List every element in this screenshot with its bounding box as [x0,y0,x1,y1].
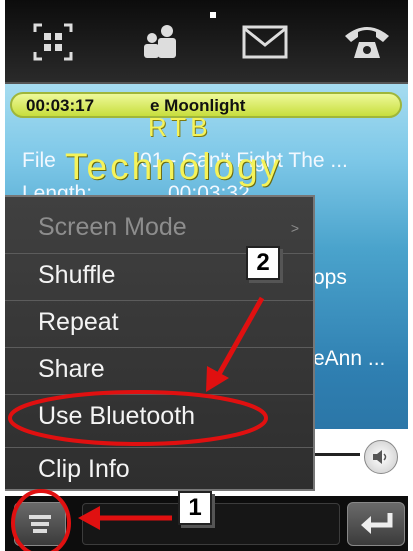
artist-partial: ops [313,266,347,289]
elapsed-time: 00:03:17 [26,96,95,115]
menu-item-label: Shuffle [38,261,116,289]
watermark-line1: RTB [148,112,212,142]
menu-item-screen-mode: Screen Mode > [5,205,313,249]
menu-item-clip-info[interactable]: Clip Info [5,447,313,491]
envelope-icon[interactable] [237,18,293,66]
menu-item-repeat[interactable]: Repeat [5,300,313,344]
callout-step-1: 1 [178,491,212,525]
phone-icon[interactable] [339,18,395,66]
phone-screen: 00:03:17 e Moonlight File 01 - Can't Fig… [0,0,413,551]
submenu-arrow-icon: > [290,220,299,236]
menu-item-share[interactable]: Share [5,347,313,391]
menu-item-use-bluetooth[interactable]: Use Bluetooth [5,394,313,438]
menu-item-label: Repeat [38,308,119,336]
seek-slider[interactable] [312,453,360,456]
menu-softkey[interactable] [14,502,66,546]
people-icon[interactable] [133,18,189,66]
menu-item-label: Share [38,355,105,383]
menu-icon [29,515,51,533]
back-arrow-icon [361,513,393,534]
menu-item-label: Use Bluetooth [38,402,196,430]
album-partial: eAnn ... [313,347,386,370]
file-label: File [22,149,56,172]
menu-item-label: Screen Mode [38,212,187,241]
top-toolbar [5,0,408,84]
contacts-grid-icon[interactable] [25,18,81,66]
menu-item-label: Clip Info [38,455,130,483]
watermark-line2: Technology [65,146,283,187]
toolbar-indicator [210,12,216,18]
back-softkey[interactable] [347,502,405,546]
volume-button[interactable] [364,440,398,474]
callout-step-2: 2 [246,246,280,280]
context-menu: Screen Mode > Shuffle Repeat Share Use B… [5,195,315,491]
speaker-icon [373,450,387,464]
